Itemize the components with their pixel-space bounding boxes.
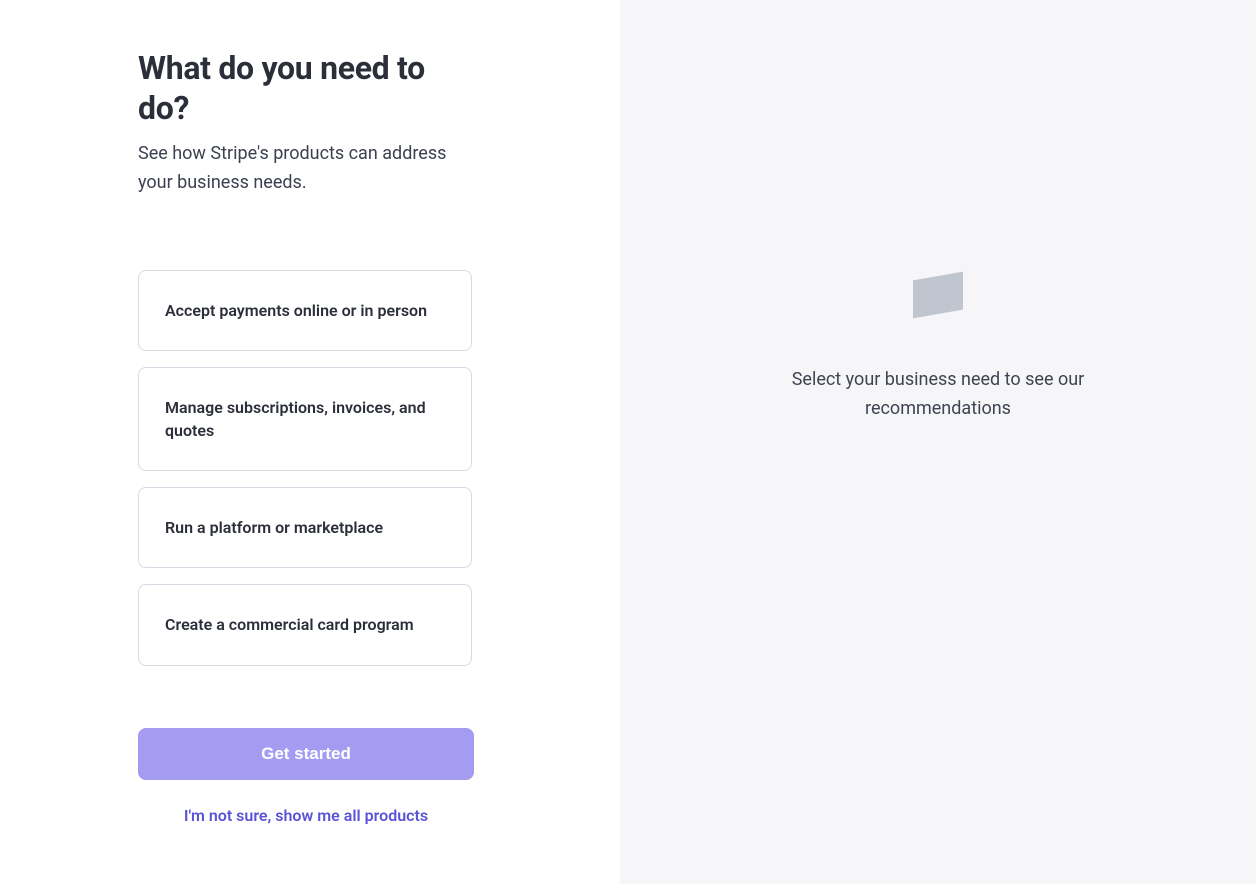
get-started-button[interactable]: Get started	[138, 728, 474, 780]
left-panel: What do you need to do? See how Stripe's…	[0, 0, 620, 884]
right-panel: Select your business need to see our rec…	[620, 0, 1256, 884]
show-all-products-link[interactable]: I'm not sure, show me all products	[184, 806, 428, 825]
option-label: Manage subscriptions, invoices, and quot…	[165, 398, 426, 440]
option-commercial-card[interactable]: Create a commercial card program	[138, 584, 472, 665]
option-manage-subscriptions[interactable]: Manage subscriptions, invoices, and quot…	[138, 367, 472, 471]
actions: Get started I'm not sure, show me all pr…	[138, 728, 474, 825]
option-label: Create a commercial card program	[165, 615, 414, 634]
option-label: Accept payments online or in person	[165, 301, 427, 320]
page-subheading: See how Stripe's products can address yo…	[138, 140, 478, 198]
page-heading: What do you need to do?	[138, 48, 478, 128]
placeholder-text: Select your business need to see our rec…	[778, 366, 1098, 424]
option-accept-payments[interactable]: Accept payments online or in person	[138, 270, 472, 351]
placeholder-card-icon	[913, 272, 963, 319]
option-label: Run a platform or marketplace	[165, 518, 383, 537]
option-run-platform[interactable]: Run a platform or marketplace	[138, 487, 472, 568]
option-list: Accept payments online or in person Mana…	[138, 270, 472, 666]
